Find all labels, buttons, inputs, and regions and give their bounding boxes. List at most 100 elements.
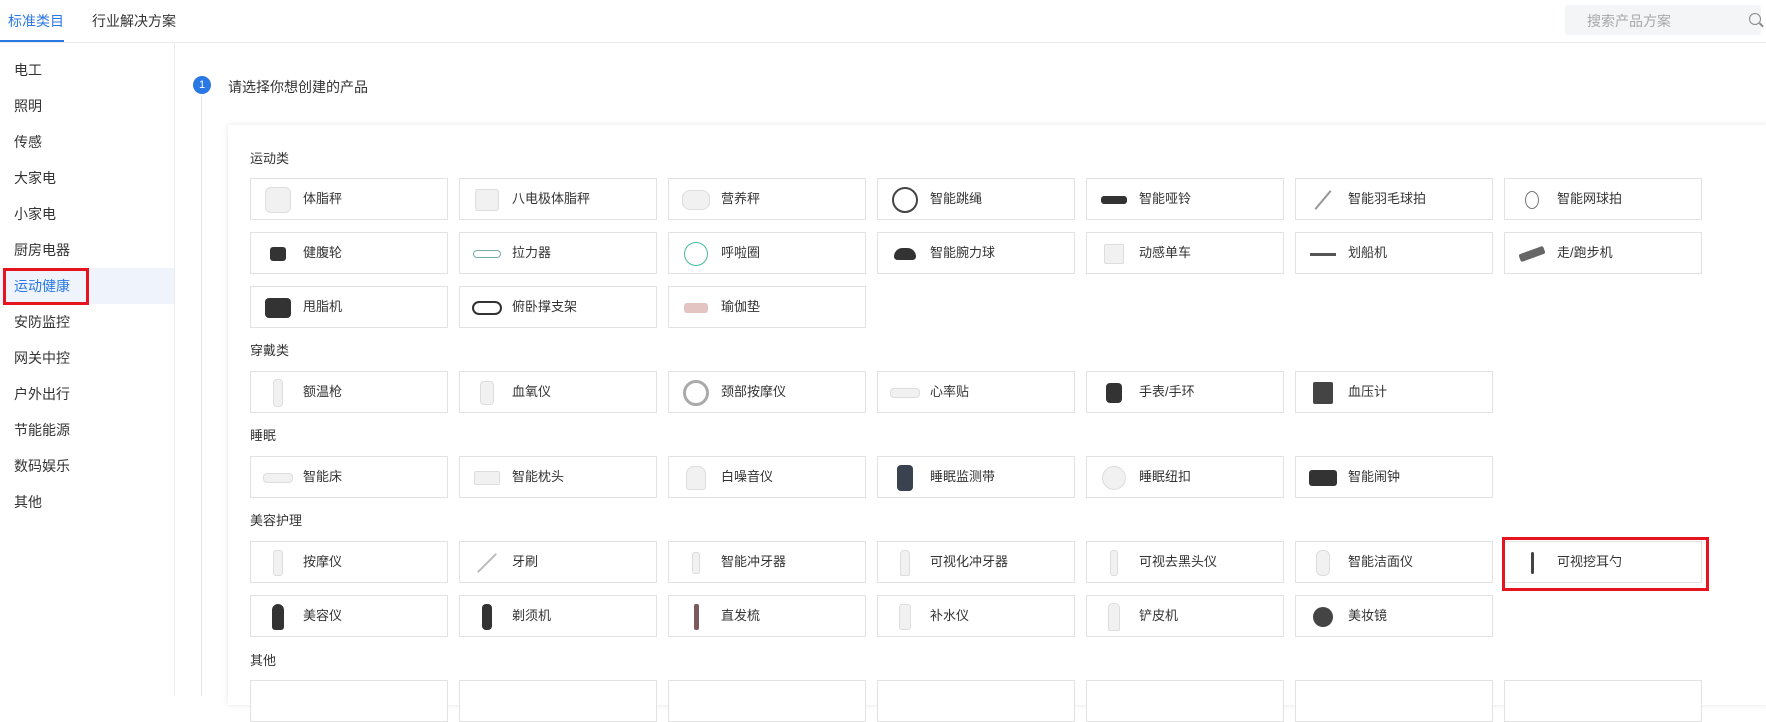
product-card-8-electrode-scale[interactable]: 八电极体脂秤 (459, 178, 657, 220)
step-title: 请选择你想创建的产品 (228, 79, 368, 95)
category-title-other: 其他 (250, 653, 277, 668)
sidebar-item-energy[interactable]: 节能能源 (0, 412, 174, 448)
sidebar-item-small-appliance[interactable]: 小家电 (0, 196, 174, 232)
product-card-neck-massager[interactable]: 颈部按摩仪 (668, 371, 866, 413)
product-card-smart-water-flosser[interactable]: 智能冲牙器 (668, 541, 866, 583)
product-card-hydrating-device[interactable]: 补水仪 (877, 595, 1075, 637)
makeup-mirror-icon (1308, 602, 1338, 632)
category-title-sports: 运动类 (250, 151, 290, 166)
tab-standard-category[interactable]: 标准类目 (8, 11, 64, 31)
category-title-wearables: 穿戴类 (250, 343, 290, 358)
product-card-blackhead-remover[interactable]: 可视去黑头仪 (1086, 541, 1284, 583)
product-card-spin-bike[interactable]: 动感单车 (1086, 232, 1284, 274)
white-noise-icon (681, 463, 711, 493)
product-card-ab-wheel[interactable]: 健腹轮 (250, 232, 448, 274)
sidebar-item-security[interactable]: 安防监控 (0, 304, 174, 340)
product-card-smart-pillow[interactable]: 智能枕头 (459, 456, 657, 498)
product-card-body-fat-scale[interactable]: 体脂秤 (250, 178, 448, 220)
product-card-oximeter[interactable]: 血氧仪 (459, 371, 657, 413)
product-card-partial[interactable] (1086, 680, 1284, 722)
product-card-forehead-thermometer[interactable]: 额温枪 (250, 371, 448, 413)
product-card-partial[interactable] (877, 680, 1075, 722)
product-card-smart-alarm-clock[interactable]: 智能闹钟 (1295, 456, 1493, 498)
product-card-smart-wrist-ball[interactable]: 智能腕力球 (877, 232, 1075, 274)
visual-flosser-icon (890, 548, 920, 578)
hula-hoop-icon (681, 239, 711, 269)
sidebar-item-kitchen[interactable]: 厨房电器 (0, 232, 174, 268)
product-card-partial[interactable] (1504, 680, 1702, 722)
product-card-treadmill[interactable]: 走/跑步机 (1504, 232, 1702, 274)
rowing-machine-icon (1308, 239, 1338, 269)
product-card-nutrition-scale[interactable]: 营养秤 (668, 178, 866, 220)
sidebar-item-other[interactable]: 其他 (0, 484, 174, 520)
tab-industry-solutions[interactable]: 行业解决方案 (92, 11, 176, 31)
product-card-vibration-machine[interactable]: 甩脂机 (250, 286, 448, 328)
ab-wheel-icon (263, 239, 293, 269)
product-card-white-noise[interactable]: 白噪音仪 (668, 456, 866, 498)
beauty-device-icon (263, 602, 293, 632)
search-icon[interactable] (1749, 13, 1761, 25)
product-card-toothbrush[interactable]: 牙刷 (459, 541, 657, 583)
pushup-stand-icon (472, 293, 502, 323)
sidebar-item-lighting[interactable]: 照明 (0, 88, 174, 124)
search-box (1565, 5, 1761, 37)
blackhead-remover-icon (1099, 548, 1129, 578)
spin-bike-icon (1099, 239, 1129, 269)
neck-massager-icon (681, 378, 711, 408)
sidebar-item-sensor[interactable]: 传感 (0, 124, 174, 160)
water-flosser-icon (681, 548, 711, 578)
sidebar-item-sports-health[interactable]: 运动健康 (0, 268, 174, 304)
sidebar-item-major-appliance[interactable]: 大家电 (0, 160, 174, 196)
step-number-badge: 1 (193, 76, 211, 94)
product-card-visual-ear-pick[interactable]: 可视挖耳勺 (1504, 541, 1702, 583)
massager-icon (263, 548, 293, 578)
search-input[interactable] (1585, 5, 1739, 37)
product-card-heart-rate-patch[interactable]: 心率贴 (877, 371, 1075, 413)
product-card-face-cleanser[interactable]: 智能洁面仪 (1295, 541, 1493, 583)
blood-pressure-icon (1308, 378, 1338, 408)
product-card-visual-water-flosser[interactable]: 可视化冲牙器 (877, 541, 1075, 583)
jump-rope-icon (890, 185, 920, 215)
wrist-ball-icon (890, 239, 920, 269)
toothbrush-icon (472, 548, 502, 578)
product-card-partial[interactable] (459, 680, 657, 722)
product-card-partial[interactable] (1295, 680, 1493, 722)
product-card-smart-tennis-racket[interactable]: 智能网球拍 (1504, 178, 1702, 220)
product-card-partial[interactable] (250, 680, 448, 722)
ear-pick-icon (1517, 548, 1547, 578)
product-card-straightening-comb[interactable]: 直发梳 (668, 595, 866, 637)
product-card-massager[interactable]: 按摩仪 (250, 541, 448, 583)
product-card-rowing-machine[interactable]: 划船机 (1295, 232, 1493, 274)
electrode-scale-icon (472, 185, 502, 215)
product-card-smart-badminton-racket[interactable]: 智能羽毛球拍 (1295, 178, 1493, 220)
sidebar-item-electrical[interactable]: 电工 (0, 52, 174, 88)
product-card-partial[interactable] (668, 680, 866, 722)
active-tab-indicator (0, 40, 64, 42)
sidebar-item-outdoor[interactable]: 户外出行 (0, 376, 174, 412)
alarm-clock-icon (1308, 463, 1338, 493)
product-card-yoga-mat[interactable]: 瑜伽垫 (668, 286, 866, 328)
product-card-pushup-stand[interactable]: 俯卧撑支架 (459, 286, 657, 328)
product-card-smart-dumbbell[interactable]: 智能哑铃 (1086, 178, 1284, 220)
straightening-comb-icon (681, 602, 711, 632)
product-card-watch-band[interactable]: 手表/手环 (1086, 371, 1284, 413)
product-card-smart-bed[interactable]: 智能床 (250, 456, 448, 498)
product-card-blood-pressure-monitor[interactable]: 血压计 (1295, 371, 1493, 413)
category-title-beauty-care: 美容护理 (250, 513, 303, 528)
product-card-beauty-device[interactable]: 美容仪 (250, 595, 448, 637)
product-card-hula-hoop[interactable]: 呼啦圈 (668, 232, 866, 274)
sidebar-item-gateway[interactable]: 网关中控 (0, 340, 174, 376)
product-card-sleep-button[interactable]: 睡眠纽扣 (1086, 456, 1284, 498)
thermometer-icon (263, 378, 293, 408)
step-connector-line (201, 96, 202, 696)
heart-rate-patch-icon (890, 378, 920, 408)
product-card-shaver[interactable]: 剃须机 (459, 595, 657, 637)
smartwatch-icon (1099, 378, 1129, 408)
smart-bed-icon (263, 463, 293, 493)
product-card-sleep-monitor-belt[interactable]: 睡眠监测带 (877, 456, 1075, 498)
product-card-skin-scrubber[interactable]: 铲皮机 (1086, 595, 1284, 637)
product-card-smart-jump-rope[interactable]: 智能跳绳 (877, 178, 1075, 220)
product-card-chest-expander[interactable]: 拉力器 (459, 232, 657, 274)
product-card-makeup-mirror[interactable]: 美妆镜 (1295, 595, 1493, 637)
sidebar-item-digital-entertainment[interactable]: 数码娱乐 (0, 448, 174, 484)
